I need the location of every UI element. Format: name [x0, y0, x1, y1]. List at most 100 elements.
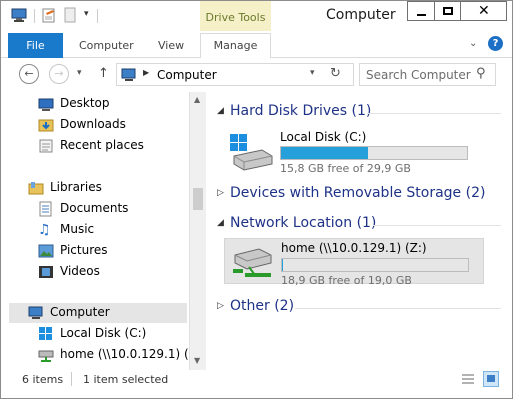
close-icon: ✕ [478, 3, 490, 19]
nav-item-label: Recent places [60, 138, 144, 152]
scroll-up-icon[interactable]: ▲ [194, 95, 200, 104]
group-other[interactable]: ▷ Other (2) [211, 297, 501, 319]
forward-button[interactable]: → [49, 64, 69, 84]
status-separator [71, 372, 72, 386]
computer-icon [121, 68, 137, 82]
qat-separator [34, 9, 35, 23]
computer-icon [28, 305, 44, 321]
title-bar: ▾ Drive Tools Computer ✕ [1, 1, 512, 33]
nav-item-label: Videos [60, 264, 100, 278]
up-button[interactable]: ↑ [98, 66, 109, 81]
expand-arrow-icon[interactable]: ▷ [217, 188, 224, 198]
drive-name: Local Disk (C:) [280, 130, 367, 144]
explorer-window: ▾ Drive Tools Computer ✕ File Computer V… [0, 0, 513, 399]
navigation-pane: Desktop Downloads Recent places Librarie… [1, 92, 208, 370]
drive-usage-fill [281, 147, 369, 159]
nav-item-label: Music [60, 222, 95, 236]
drive-tools-label: Drive Tools [205, 11, 266, 24]
breadcrumb-chevron-icon[interactable]: ▶ [143, 68, 149, 77]
content-pane: ◢ Hard Disk Drives (1) Local Disk (C:) 1… [211, 92, 511, 370]
group-label: Devices with Removable Storage (2) [230, 185, 486, 201]
up-arrow-icon: ↑ [98, 66, 109, 81]
local-disk-icon [38, 326, 54, 342]
breadcrumb-computer[interactable]: Computer [157, 68, 217, 82]
qat-customize-icon[interactable]: ▾ [84, 9, 89, 19]
drive-usage-fill [282, 259, 283, 271]
nav-item-label: Pictures [60, 243, 108, 257]
qat-separator [97, 9, 98, 23]
tab-file[interactable]: File [8, 33, 63, 58]
tab-view[interactable]: View [158, 39, 184, 52]
ribbon-tabs: File Computer View Manage ⌄ ? [1, 31, 512, 59]
expand-ribbon-icon[interactable]: ⌄ [469, 38, 477, 49]
group-hard-disk-drives[interactable]: ◢ Hard Disk Drives (1) [211, 102, 501, 124]
address-dropdown-icon[interactable]: ▾ [310, 68, 315, 78]
search-input[interactable]: Search Computer [366, 68, 471, 82]
maximize-icon [443, 7, 453, 15]
network-drive-icon [229, 243, 275, 283]
status-bar: 6 items 1 item selected [1, 370, 512, 390]
collapse-arrow-icon[interactable]: ◢ [217, 218, 224, 228]
search-box[interactable]: Search Computer ⚲ [359, 63, 496, 86]
back-button[interactable]: ← [19, 64, 39, 84]
group-divider [295, 308, 501, 309]
music-icon: ♫ [38, 222, 51, 238]
drive-free-text: 18,9 GB free of 19,0 GB [281, 274, 412, 287]
recent-places-icon [38, 138, 54, 154]
maximize-button[interactable] [434, 1, 461, 21]
tab-manage[interactable]: Manage [200, 33, 271, 59]
desktop-icon [38, 96, 54, 112]
minimize-button[interactable] [407, 1, 434, 21]
documents-icon [38, 201, 54, 217]
selection-count: 1 item selected [83, 373, 169, 386]
scroll-down-icon[interactable]: ▼ [194, 356, 200, 365]
libraries-icon [28, 180, 44, 196]
details-view-icon[interactable] [461, 372, 475, 386]
nav-item-label: Computer [50, 305, 110, 319]
group-label: Hard Disk Drives (1) [230, 103, 372, 119]
back-arrow-icon: ← [24, 67, 34, 80]
nav-item-computer[interactable]: Computer [9, 303, 187, 323]
computer-app-icon[interactable] [10, 8, 28, 22]
downloads-folder-icon [38, 117, 54, 133]
forward-arrow-icon: → [54, 67, 64, 80]
search-icon[interactable]: ⚲ [476, 66, 486, 81]
window-title: Computer [326, 7, 396, 23]
address-row: ← → ▾ ↑ ▶ Computer ▾ ↻ Search Computer ⚲ [1, 58, 512, 92]
large-icons-view-icon[interactable] [483, 371, 499, 387]
drive-tools-context-tab: Drive Tools [200, 1, 271, 33]
address-bar[interactable]: ▶ Computer ▾ ↻ [116, 63, 354, 86]
drive-usage-bar [280, 146, 468, 160]
scroll-thumb[interactable] [193, 188, 203, 210]
drive-free-text: 15,8 GB free of 29,9 GB [280, 162, 411, 175]
videos-icon [38, 264, 54, 280]
group-label: Other (2) [230, 298, 295, 314]
tab-computer[interactable]: Computer [79, 39, 134, 52]
nav-item-label: Libraries [50, 180, 102, 194]
pictures-icon [38, 243, 54, 259]
group-divider [373, 225, 501, 226]
drive-usage-bar [281, 258, 469, 272]
local-disk-icon [228, 132, 274, 172]
drive-tile-local-disk[interactable]: Local Disk (C:) 15,8 GB free of 29,9 GB [224, 128, 484, 175]
nav-item-label: Documents [60, 201, 129, 215]
collapse-arrow-icon[interactable]: ◢ [217, 106, 224, 116]
close-button[interactable]: ✕ [461, 1, 507, 21]
help-icon[interactable]: ? [488, 36, 503, 51]
properties-icon[interactable] [41, 7, 57, 23]
group-removable-storage[interactable]: ▷ Devices with Removable Storage (2) [211, 184, 501, 206]
nav-item-label: Downloads [60, 117, 126, 131]
network-drive-icon [38, 347, 54, 363]
recent-locations-icon[interactable]: ▾ [77, 68, 82, 78]
group-network-location[interactable]: ◢ Network Location (1) [211, 214, 501, 236]
expand-arrow-icon[interactable]: ▷ [217, 301, 224, 311]
drive-tile-network-drive[interactable]: home (\\10.0.129.1) (Z:) 18,9 GB free of… [224, 238, 484, 287]
new-folder-icon[interactable] [63, 7, 77, 23]
group-label: Network Location (1) [230, 215, 377, 231]
refresh-icon[interactable]: ↻ [330, 66, 341, 81]
minimize-icon [417, 14, 426, 16]
nav-item-label: Desktop [60, 96, 110, 110]
nav-scrollbar[interactable]: ▲ ▼ [189, 92, 206, 370]
nav-item-label: home (\\10.0.129.1) (Z:) [60, 347, 206, 361]
group-divider [367, 113, 501, 114]
